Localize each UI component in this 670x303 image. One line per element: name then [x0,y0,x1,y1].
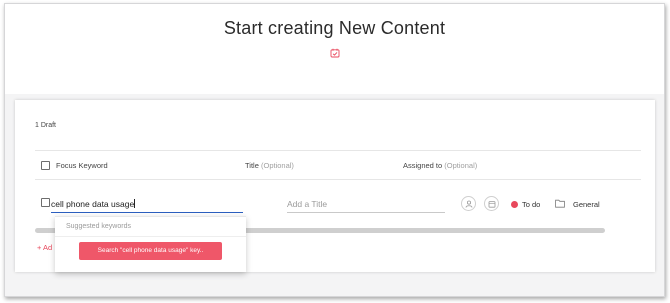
column-assigned-optional: (Optional) [444,161,478,170]
draft-count: 1 Draft [35,122,57,129]
folder-selector[interactable]: General [573,200,600,209]
calendar-check-icon [330,48,340,58]
status-dot [511,201,518,208]
status-selector[interactable]: To do [511,200,540,209]
content-card: 1 Draft Focus Keyword Title (Optional) A… [15,100,655,272]
calendar-icon [488,200,495,208]
status-label: To do [522,200,541,209]
title-input[interactable]: Add a Title [287,196,445,213]
page-title: Start creating New Content [223,18,446,38]
focus-keyword-value: cell phone data usage [51,199,135,209]
column-title-optional: (Optional) [260,161,294,170]
assign-user-button[interactable] [461,196,476,211]
due-date-button[interactable] [484,196,499,211]
add-keyword-link[interactable]: + Ad [37,243,52,252]
row-checkbox[interactable] [41,198,50,207]
search-keyword-button[interactable]: Search "cell phone data usage" key.. [79,242,222,260]
column-focus-keyword: Focus Keyword [56,161,108,170]
column-title: Title (Optional) [245,161,294,170]
app-window: Start creating New Content 1 Draft Focus… [4,3,665,297]
dropdown-divider [55,236,246,237]
text-caret [134,199,136,208]
select-all-checkbox[interactable] [41,161,50,170]
user-icon [465,200,472,208]
column-assigned-label: Assigned to [403,161,443,170]
focus-keyword-input[interactable]: cell phone data usage [51,196,243,213]
folder-icon [555,199,565,208]
suggested-keywords-header: Suggested keywords [66,223,131,230]
column-assigned-to: Assigned to (Optional) [403,161,477,170]
suggested-keywords-dropdown: Suggested keywords Search "cell phone da… [55,216,246,272]
column-header-row: Focus Keyword Title (Optional) Assigned … [35,150,641,180]
column-title-label: Title [245,161,259,170]
page-header: Start creating New Content [5,4,664,94]
